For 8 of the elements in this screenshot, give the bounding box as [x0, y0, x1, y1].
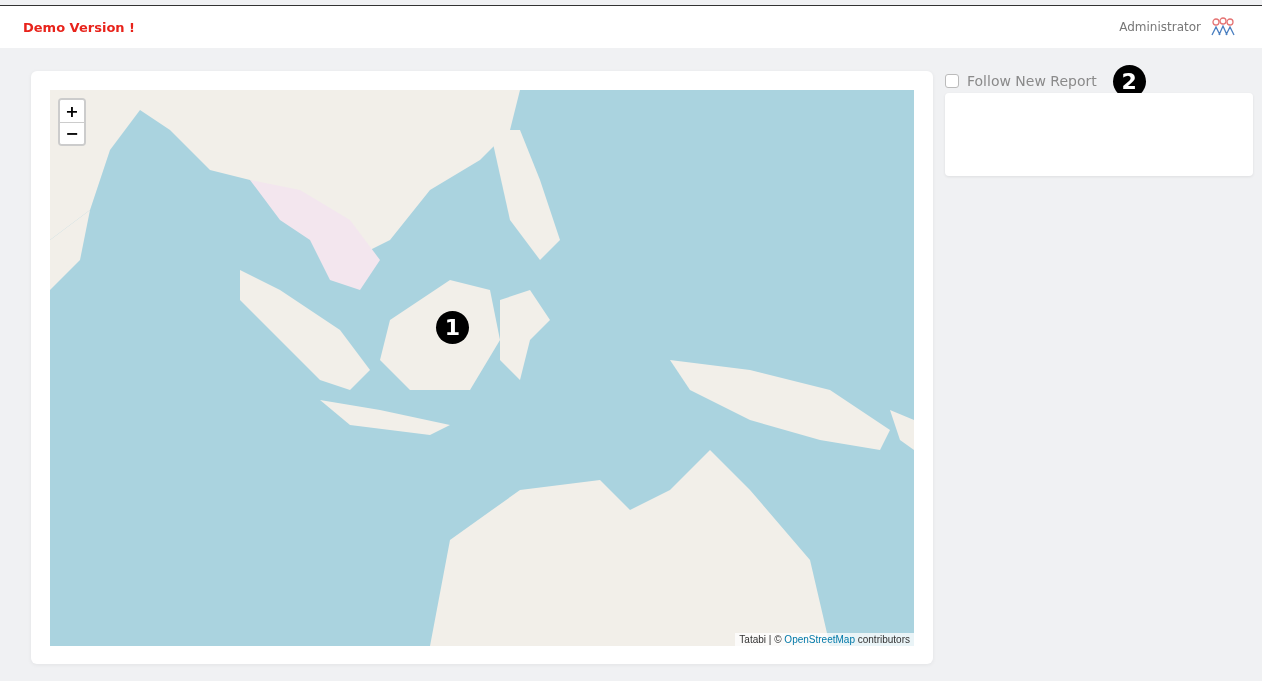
zoom-out-button[interactable]: −	[60, 122, 84, 144]
user-name: Administrator	[1119, 20, 1201, 34]
follow-checkbox[interactable]	[945, 74, 959, 88]
users-icon[interactable]	[1210, 17, 1236, 37]
attribution-link[interactable]: OpenStreetMap	[784, 634, 855, 645]
map-attribution: Tatabi | © OpenStreetMap contributors	[735, 633, 914, 646]
app-title: Demo Version !	[23, 19, 136, 35]
follow-label: Follow New Report	[967, 73, 1097, 89]
